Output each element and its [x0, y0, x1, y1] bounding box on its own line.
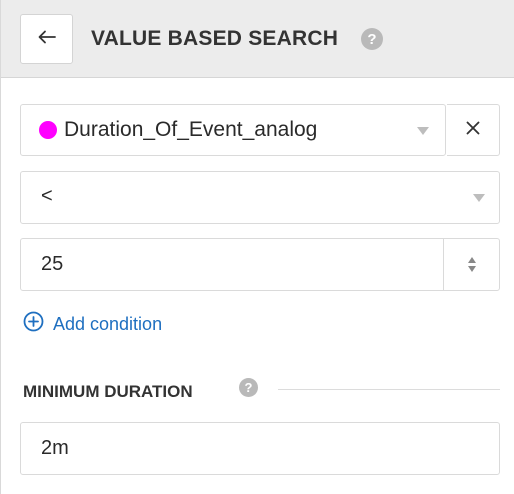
operator-select[interactable]: < [20, 171, 500, 224]
variable-select[interactable]: Duration_Of_Event_analog [20, 104, 446, 156]
add-condition-button[interactable]: Add condition [23, 311, 162, 337]
minimum-duration-value: 2m [41, 437, 69, 459]
add-condition-label: Add condition [53, 313, 163, 334]
question-circle-icon[interactable]: ? [239, 378, 258, 397]
chevron-down-icon [473, 194, 485, 202]
variable-color-dot [39, 121, 57, 139]
variable-name: Duration_Of_Event_analog [64, 118, 318, 141]
decrement-icon[interactable] [467, 266, 476, 272]
remove-condition-button[interactable] [447, 104, 500, 156]
value-stepper[interactable] [443, 239, 499, 290]
back-button[interactable] [20, 14, 73, 64]
panel-header: VALUE BASED SEARCH ? [1, 0, 514, 78]
arrow-left-icon [38, 30, 56, 49]
question-circle-icon[interactable]: ? [361, 28, 383, 50]
page-title: VALUE BASED SEARCH [91, 27, 339, 50]
threshold-value: 25 [41, 253, 64, 275]
minimum-duration-label: MINIMUM DURATION [23, 382, 193, 401]
plus-circle-icon [23, 311, 44, 337]
value-based-search-panel: VALUE BASED SEARCH ? Duration_Of_Event_a… [0, 0, 514, 494]
increment-icon[interactable] [467, 257, 476, 263]
chevron-down-icon [417, 127, 429, 135]
threshold-value-input[interactable]: 25 [20, 238, 500, 291]
operator-value: < [41, 185, 53, 207]
minimum-duration-input[interactable]: 2m [20, 422, 500, 475]
section-divider [278, 389, 500, 390]
close-icon [466, 121, 480, 140]
